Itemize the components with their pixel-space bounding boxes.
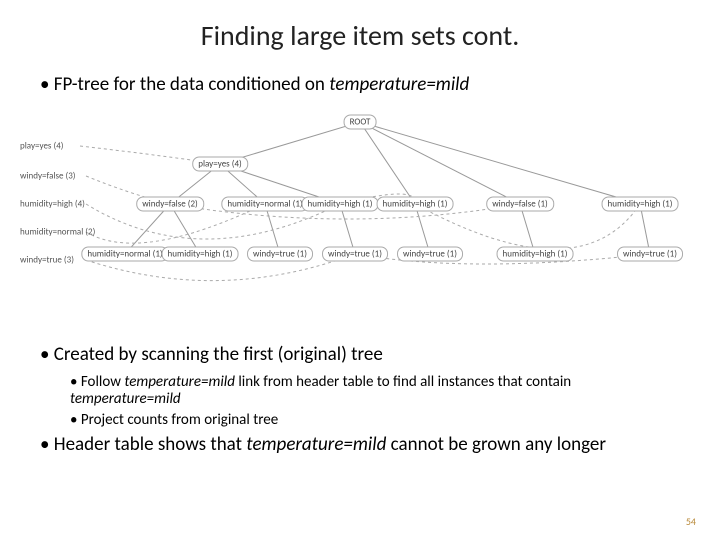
node-windy-true-1b: windy=true (1) bbox=[322, 247, 388, 262]
header-windy-true: windy=true (3) bbox=[20, 255, 74, 266]
node-humidity-high-1a: humidity=high (1) bbox=[302, 197, 379, 212]
node-play-yes: play=yes (4) bbox=[192, 157, 248, 172]
header-humidity-normal: humidity=normal (2) bbox=[20, 227, 95, 238]
node-windy-false-2: windy=false (2) bbox=[136, 197, 204, 212]
fp-tree-diagram: play=yes (4) windy=false (3) humidity=hi… bbox=[20, 104, 700, 334]
node-humidity-normal-leaf: humidity=normal (1) bbox=[81, 247, 168, 262]
node-windy-true-1d: windy=true (1) bbox=[617, 247, 683, 262]
header-humidity-high: humidity=high (4) bbox=[20, 199, 85, 210]
bullet-follow-link: Follow temperature=mild link from header… bbox=[70, 374, 680, 409]
header-windy-false: windy=false (3) bbox=[20, 171, 76, 182]
header-play-yes: play=yes (4) bbox=[20, 141, 64, 152]
bullet-header-table: Header table shows that temperature=mild… bbox=[40, 434, 680, 456]
node-windy-false-1: windy=false (1) bbox=[486, 197, 554, 212]
node-root: ROOT bbox=[344, 115, 377, 130]
node-humidity-normal-1a: humidity=normal (1) bbox=[221, 197, 308, 212]
node-humidity-high-1b: humidity=high (1) bbox=[377, 197, 454, 212]
node-humidity-high-1c: humidity=high (1) bbox=[602, 197, 679, 212]
bullet-created: Created by scanning the first (original)… bbox=[40, 344, 680, 366]
page-number: 54 bbox=[686, 515, 696, 528]
node-windy-true-1c: windy=true (1) bbox=[397, 247, 463, 262]
node-humidity-high-leaf: humidity=high (1) bbox=[162, 247, 239, 262]
node-humidity-high-1d: humidity=high (1) bbox=[497, 247, 574, 262]
bullet-project-counts: Project counts from original tree bbox=[70, 412, 680, 429]
slide-title: Finding large item sets cont. bbox=[40, 18, 680, 53]
node-windy-true-1a: windy=true (1) bbox=[247, 247, 313, 262]
bullet-fptree: FP-tree for the data conditioned on temp… bbox=[40, 73, 680, 96]
